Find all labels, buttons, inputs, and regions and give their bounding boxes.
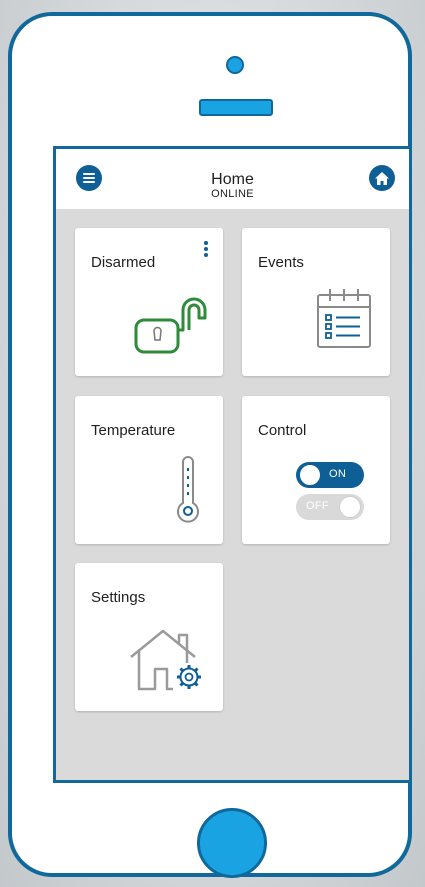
toggle-on-label: ON — [329, 468, 347, 480]
phone-frame: Home ONLINE Disarmed Events Temperature … — [8, 12, 412, 878]
settings-card[interactable]: Settings — [75, 563, 223, 711]
house-icon — [375, 171, 389, 185]
on-toggle[interactable]: ON — [296, 462, 364, 488]
toggle-knob — [339, 496, 361, 518]
more-options-icon[interactable] — [199, 238, 213, 260]
off-toggle[interactable]: OFF — [296, 494, 364, 520]
events-card[interactable]: Events — [242, 228, 390, 376]
temperature-label: Temperature — [91, 422, 176, 439]
temperature-card[interactable]: Temperature — [75, 396, 223, 544]
earpiece-speaker — [199, 99, 273, 116]
toggle-off-label: OFF — [306, 500, 329, 512]
header-title-block: Home ONLINE — [156, 171, 309, 201]
app-screen: Home ONLINE Disarmed Events Temperature … — [53, 146, 412, 783]
home-button[interactable] — [369, 165, 395, 191]
thermometer-icon — [177, 456, 199, 523]
unlocked-padlock-icon — [134, 297, 207, 354]
control-label: Control — [258, 422, 307, 439]
calendar-checklist-icon — [317, 289, 371, 348]
disarmed-label: Disarmed — [91, 254, 156, 271]
connection-status: ONLINE — [211, 188, 254, 200]
control-card[interactable]: Control ON OFF — [242, 396, 390, 544]
toggle-knob — [299, 464, 321, 486]
phone-home-button[interactable] — [197, 808, 267, 878]
house-gear-icon — [130, 629, 201, 691]
disarmed-card[interactable]: Disarmed — [75, 228, 223, 376]
page-title: Home — [211, 171, 254, 188]
settings-label: Settings — [91, 589, 146, 606]
menu-button[interactable] — [76, 165, 102, 191]
app-header: Home ONLINE — [56, 149, 409, 209]
hamburger-menu-icon — [83, 173, 95, 183]
events-label: Events — [258, 254, 304, 271]
front-camera — [226, 56, 244, 74]
